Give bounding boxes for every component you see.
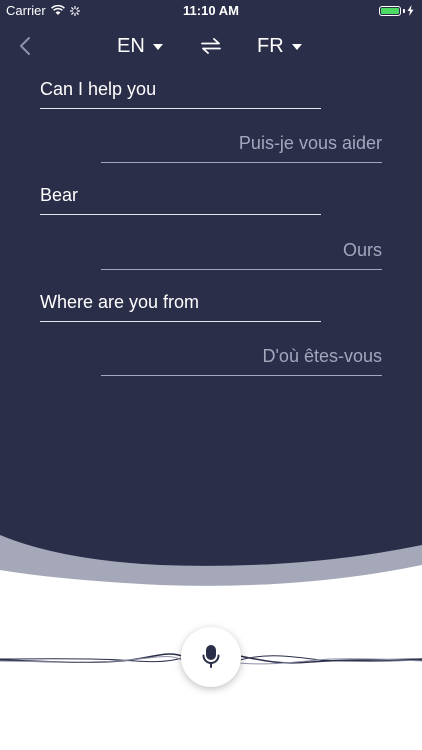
chevron-left-icon (20, 37, 30, 55)
target-phrase-text: D'où êtes-vous (262, 346, 383, 366)
target-language-selector[interactable]: FR (257, 32, 302, 60)
target-phrase-2[interactable]: Ours (101, 240, 382, 270)
target-phrase-3[interactable]: D'où êtes-vous (101, 346, 382, 376)
swap-arrows-icon (201, 38, 221, 54)
source-phrase-1[interactable]: Can I help you (40, 79, 321, 109)
chevron-down-icon (291, 44, 302, 50)
divider (101, 269, 382, 270)
swap-languages-button[interactable] (198, 34, 224, 58)
divider (101, 162, 382, 163)
source-phrase-text: Where are you from (40, 292, 200, 312)
source-phrase-2[interactable]: Bear (40, 185, 321, 215)
status-time: 11:10 AM (183, 3, 239, 18)
chevron-down-icon (152, 44, 163, 50)
charging-bolt-icon (407, 5, 414, 16)
status-bar: Carrier 11:10 AM (0, 0, 422, 22)
back-button[interactable] (14, 34, 36, 58)
battery-icon (379, 5, 414, 16)
source-language-label: EN (117, 34, 145, 57)
source-phrase-text: Can I help you (40, 79, 157, 99)
divider (40, 108, 321, 109)
target-phrase-1[interactable]: Puis-je vous aider (101, 133, 382, 163)
divider (101, 375, 382, 376)
divider (40, 321, 321, 322)
target-language-label: FR (257, 34, 284, 57)
target-phrase-text: Puis-je vous aider (238, 133, 382, 153)
microphone-button[interactable] (181, 627, 241, 687)
language-bar: EN FR (0, 26, 422, 66)
source-language-selector[interactable]: EN (117, 32, 163, 60)
source-phrase-text: Bear (40, 185, 79, 205)
target-phrase-text: Ours (342, 240, 382, 260)
divider (40, 214, 321, 215)
microphone-icon (202, 645, 220, 668)
source-phrase-3[interactable]: Where are you from (40, 292, 321, 322)
translator-screen: Carrier 11:10 AM EN FR Can I help you Pu… (0, 0, 422, 750)
